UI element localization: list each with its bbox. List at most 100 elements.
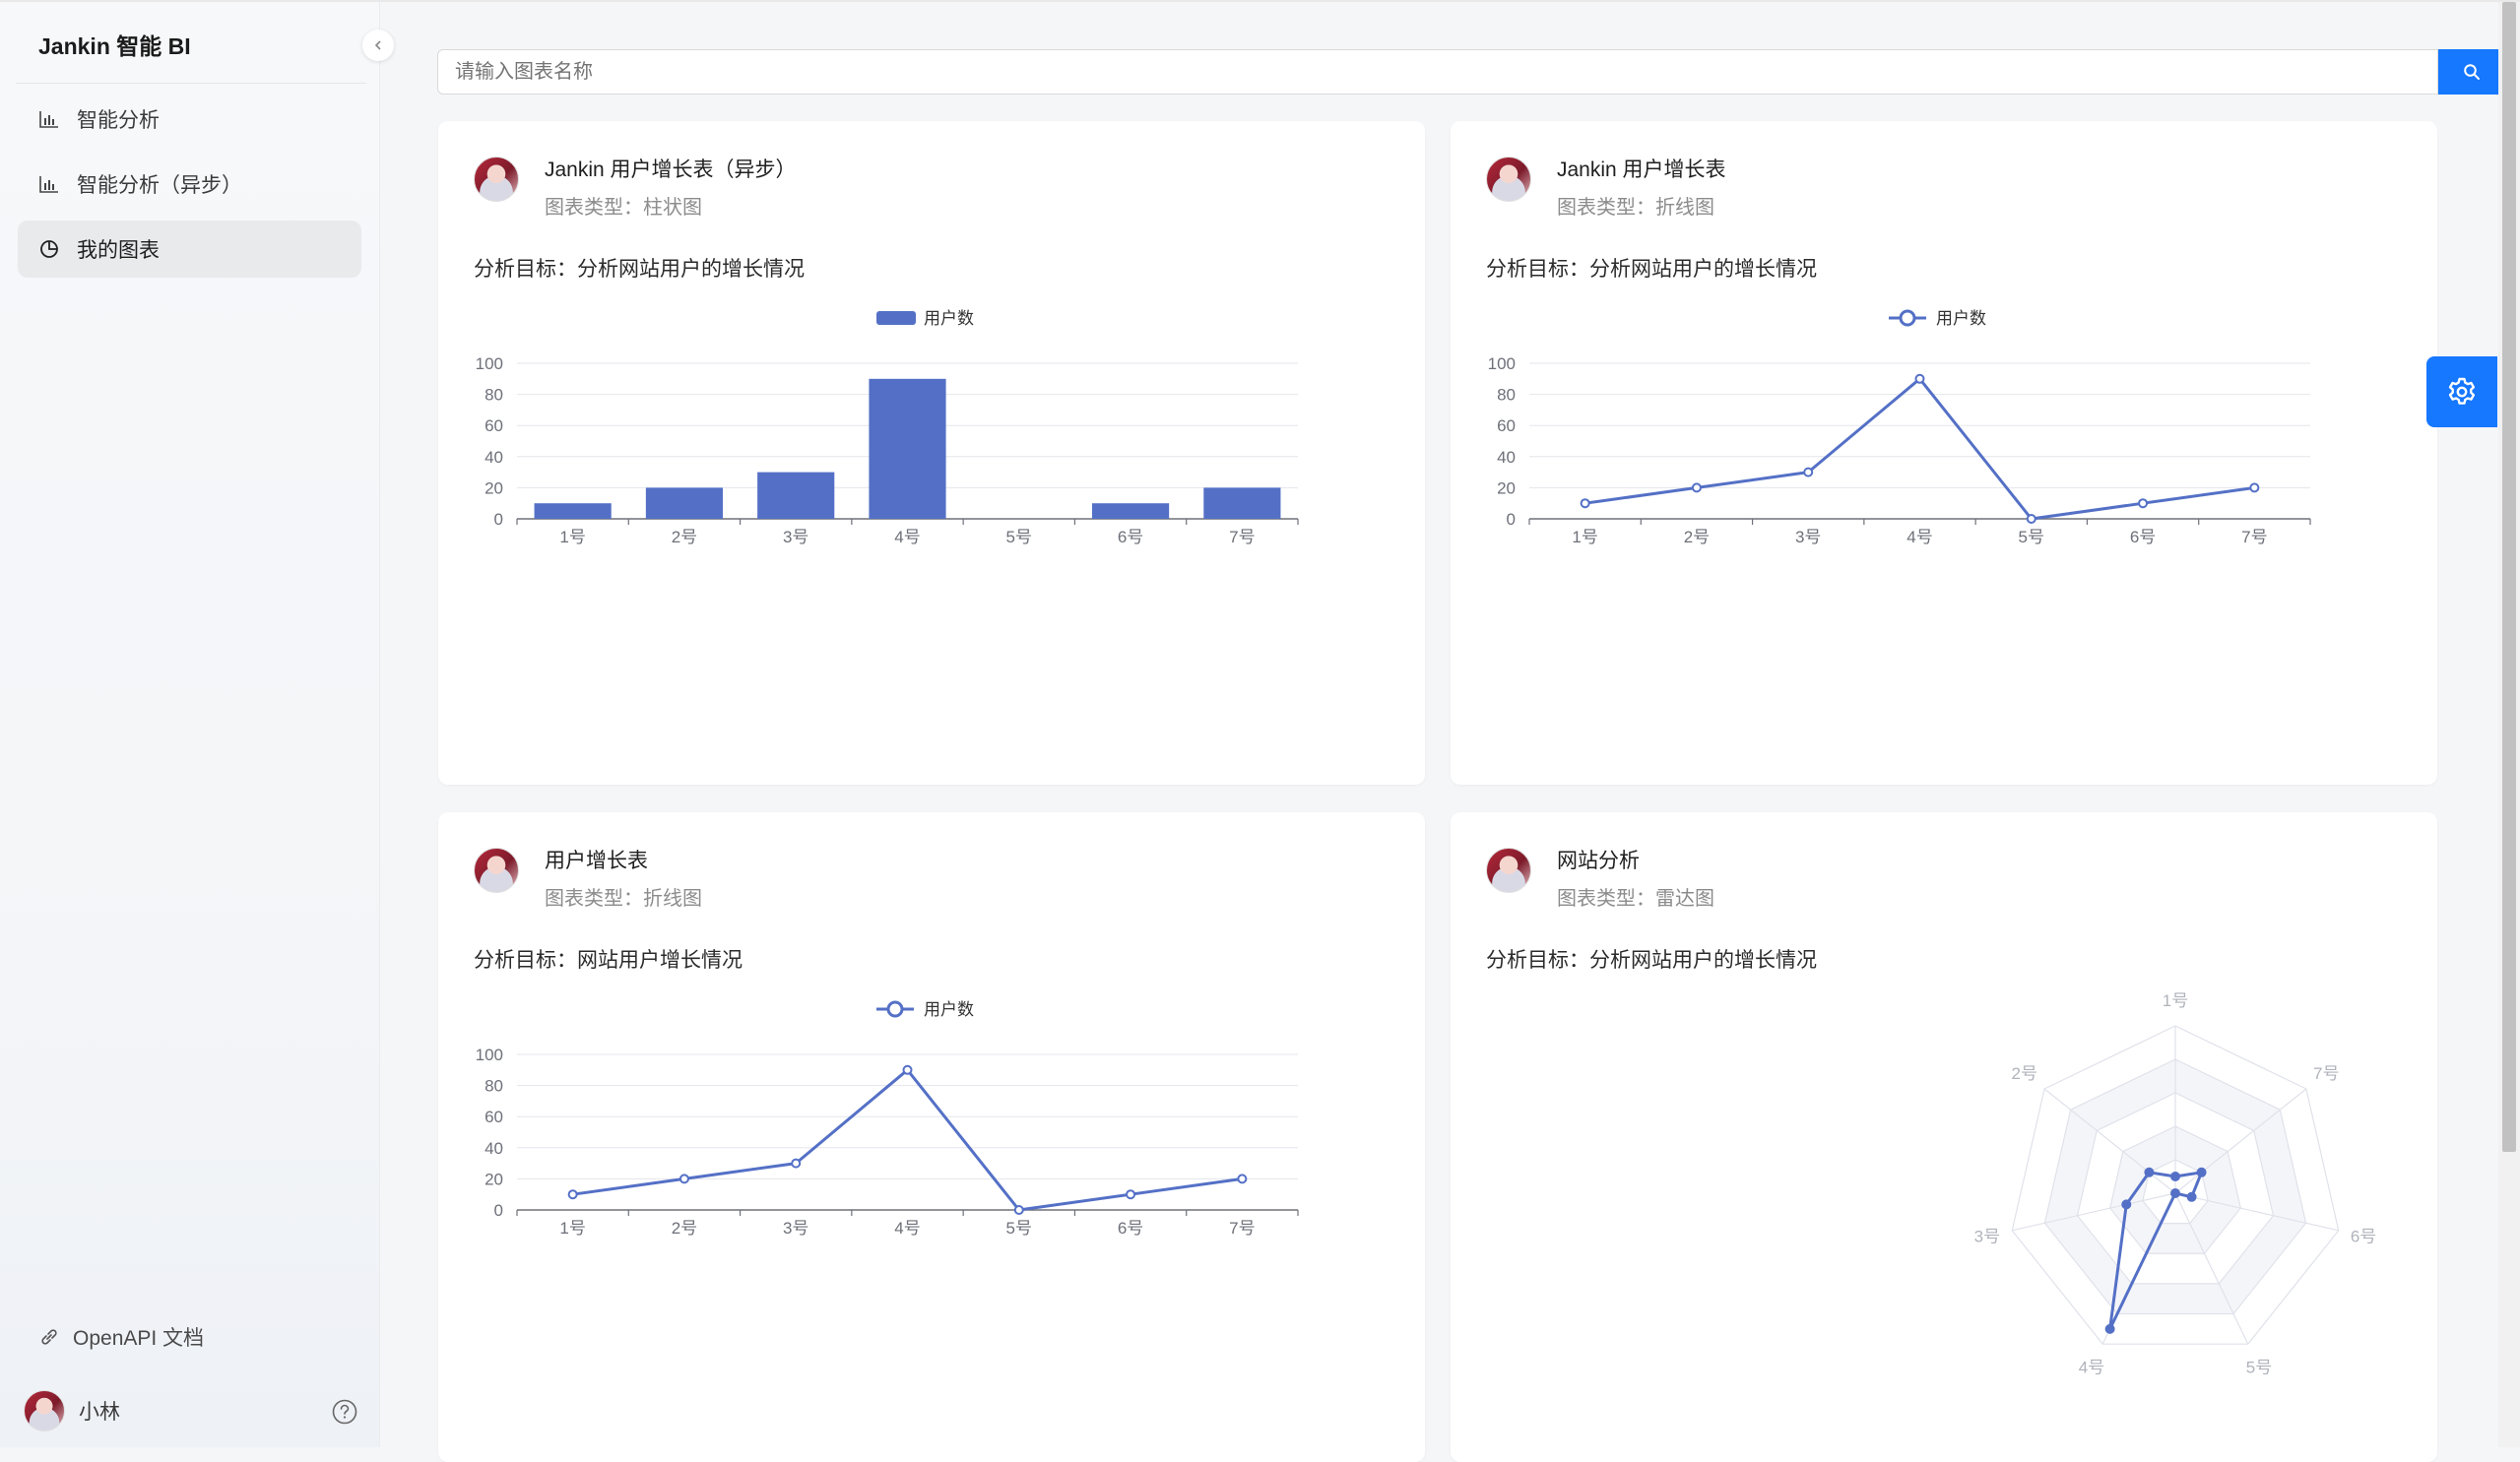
openapi-doc-link[interactable]: OpenAPI 文档 bbox=[39, 1322, 204, 1352]
data-point bbox=[2026, 514, 2036, 524]
chart-type-label: 图表类型：折线图 bbox=[1557, 197, 1714, 219]
y-tick-label: 100 bbox=[476, 1046, 503, 1064]
avatar bbox=[24, 1390, 65, 1431]
series-line bbox=[1584, 377, 2255, 521]
chart-card: Jankin 用户增长表 图表类型：折线图 分析目标：分析网站用户的增长情况 用… bbox=[1451, 121, 2437, 785]
line-chart: 用户数 0 20 40 60 80 100 1号 2号 3号 4号 5号 6号 7号 bbox=[476, 1000, 1299, 1238]
x-tick-label: 7号 bbox=[1229, 528, 1255, 546]
y-tick-label: 60 bbox=[485, 416, 503, 435]
avatar bbox=[1486, 848, 1531, 893]
data-point bbox=[2170, 1172, 2180, 1181]
x-tick-label: 6号 bbox=[2130, 528, 2156, 546]
data-point bbox=[791, 1158, 802, 1169]
y-tick-label: 20 bbox=[485, 1170, 503, 1188]
x-tick-label: 5号 bbox=[1006, 1219, 1032, 1238]
legend-label: 用户数 bbox=[924, 309, 974, 328]
x-tick-label: 3号 bbox=[783, 528, 808, 546]
x-tick-label: 4号 bbox=[1906, 528, 1932, 546]
line-chart: 用户数 0 20 40 60 80 100 1号 2号 3号 4号 5号 6号 7号 bbox=[1488, 309, 2311, 546]
radar-axis-label: 2号 bbox=[2012, 1064, 2037, 1083]
radar-axis-label: 4号 bbox=[2079, 1359, 2104, 1377]
x-tick-label: 1号 bbox=[1572, 528, 1597, 546]
data-point bbox=[1580, 498, 1590, 509]
x-tick-label: 2号 bbox=[672, 528, 697, 546]
search-button[interactable] bbox=[2438, 49, 2505, 95]
link-icon bbox=[39, 1327, 59, 1347]
bar bbox=[645, 487, 724, 519]
sidebar-item-label: 我的图表 bbox=[77, 239, 160, 262]
x-tick-label: 4号 bbox=[894, 1219, 920, 1238]
settings-button[interactable] bbox=[2426, 356, 2497, 427]
y-tick-label: 40 bbox=[1497, 448, 1516, 467]
scrollbar-thumb[interactable] bbox=[2502, 2, 2516, 1152]
sidebar-item-label: 智能分析 bbox=[77, 109, 160, 132]
sidebar-item-smart-analysis-async[interactable]: 智能分析（异步） bbox=[18, 156, 361, 213]
chart-type-label: 图表类型：雷达图 bbox=[1557, 888, 1714, 910]
question-circle-icon[interactable] bbox=[331, 1398, 358, 1430]
bar bbox=[869, 378, 946, 519]
sidebar-item-smart-analysis[interactable]: 智能分析 bbox=[18, 91, 361, 148]
sidebar-item-label: 智能分析（异步） bbox=[77, 174, 242, 197]
chart-title: 用户增长表 bbox=[545, 850, 648, 872]
x-tick-label: 5号 bbox=[2019, 528, 2044, 546]
data-point bbox=[1803, 467, 1814, 477]
y-tick-label: 80 bbox=[485, 1077, 503, 1096]
chevron-left-icon bbox=[372, 35, 384, 56]
chart-title: Jankin 用户增长表（异步） bbox=[545, 159, 797, 181]
analysis-goal: 分析目标：分析网站用户的增长情况 bbox=[474, 258, 805, 281]
app-title: Jankin 智能 BI bbox=[38, 33, 191, 59]
bar bbox=[1203, 487, 1281, 519]
y-tick-label: 0 bbox=[494, 1201, 503, 1220]
radar-axis-label: 7号 bbox=[2313, 1064, 2339, 1083]
collapse-sidebar-button[interactable] bbox=[362, 30, 394, 61]
data-point bbox=[2138, 498, 2149, 509]
y-tick-label: 80 bbox=[485, 386, 503, 405]
divider bbox=[16, 83, 366, 84]
pie-chart-icon bbox=[39, 239, 63, 259]
analysis-goal: 分析目标：网站用户增长情况 bbox=[474, 949, 743, 972]
radar-axis-label: 1号 bbox=[2163, 991, 2188, 1010]
y-tick-label: 60 bbox=[485, 1108, 503, 1126]
x-tick-label: 6号 bbox=[1118, 1219, 1143, 1238]
legend-swatch bbox=[876, 311, 916, 325]
chart-title: 网站分析 bbox=[1557, 850, 1640, 872]
bar-chart-icon bbox=[39, 110, 63, 128]
radar-chart: 1号 7号 6号 5号 4号 3号 2号 bbox=[1974, 991, 2377, 1377]
y-tick-label: 100 bbox=[476, 354, 503, 373]
y-tick-label: 0 bbox=[494, 510, 503, 529]
x-tick-label: 4号 bbox=[894, 528, 920, 546]
bar-chart-icon bbox=[39, 175, 63, 193]
data-point bbox=[2249, 482, 2260, 493]
analysis-goal: 分析目标：分析网站用户的增长情况 bbox=[1486, 258, 1817, 281]
user-name: 小林 bbox=[79, 1401, 120, 1424]
data-point bbox=[567, 1189, 578, 1200]
radar-axis-label: 6号 bbox=[2351, 1228, 2376, 1246]
search-input[interactable] bbox=[437, 49, 2438, 95]
x-tick-label: 2号 bbox=[672, 1219, 697, 1238]
data-point bbox=[678, 1174, 689, 1184]
radar-axis-label: 3号 bbox=[1974, 1228, 2000, 1246]
data-point bbox=[1691, 482, 1702, 493]
legend-label: 用户数 bbox=[924, 1000, 974, 1019]
data-point bbox=[2196, 1167, 2207, 1177]
y-tick-label: 40 bbox=[485, 448, 503, 467]
data-point bbox=[1237, 1174, 1248, 1184]
x-tick-label: 3号 bbox=[783, 1219, 808, 1238]
chart-type-label: 图表类型：柱状图 bbox=[545, 197, 702, 219]
bar-chart: 用户数 0 20 40 60 80 100 1号 2号 3号 4号 5号 6号 7号 bbox=[476, 309, 1299, 546]
user-menu[interactable]: 小林 bbox=[24, 1390, 120, 1431]
y-tick-label: 100 bbox=[1488, 354, 1516, 373]
sidebar-item-my-charts[interactable]: 我的图表 bbox=[18, 221, 361, 278]
data-point bbox=[2104, 1323, 2115, 1334]
legend-label: 用户数 bbox=[1936, 309, 1986, 328]
data-point bbox=[2144, 1167, 2155, 1177]
data-point bbox=[1914, 373, 1925, 384]
chart-title: Jankin 用户增长表 bbox=[1557, 159, 1726, 181]
x-tick-label: 7号 bbox=[1229, 1219, 1255, 1238]
data-point bbox=[2121, 1199, 2132, 1210]
x-tick-label: 7号 bbox=[2241, 528, 2267, 546]
data-point bbox=[902, 1064, 913, 1075]
avatar bbox=[474, 848, 519, 893]
avatar bbox=[1486, 157, 1531, 202]
y-tick-label: 40 bbox=[485, 1139, 503, 1158]
